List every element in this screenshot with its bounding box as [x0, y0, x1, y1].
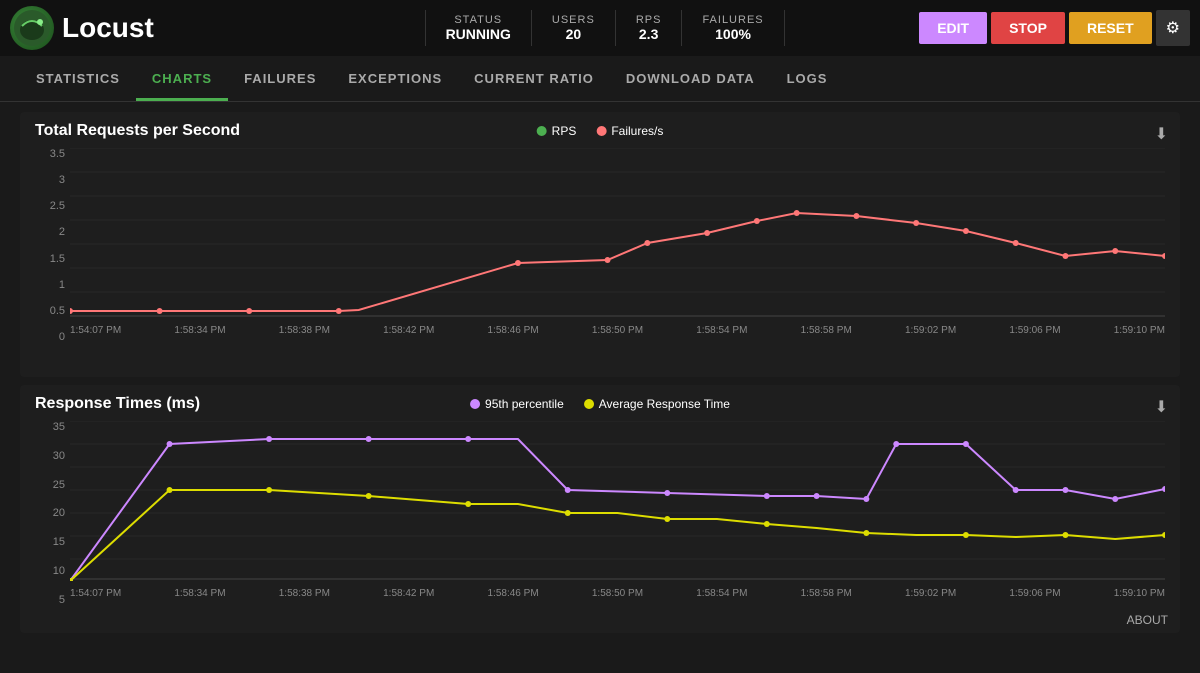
- logo-area: Locust: [10, 6, 290, 50]
- chart-rt-legend: 95th percentile Average Response Time: [470, 397, 730, 411]
- header-buttons: EDIT STOP RESET ⚙: [919, 10, 1190, 46]
- legend-failures-s: Failures/s: [596, 124, 663, 138]
- reset-button[interactable]: RESET: [1069, 12, 1152, 44]
- stat-users: USERS 20: [532, 10, 616, 46]
- chart-rt-download[interactable]: ⬇: [1155, 397, 1168, 417]
- legend-rps-dot: [537, 126, 547, 136]
- nav-current-ratio[interactable]: CURRENT RATIO: [458, 59, 610, 101]
- stat-rps: RPS 2.3: [616, 10, 683, 46]
- stat-status: STATUS RUNNING: [425, 10, 532, 46]
- stop-button[interactable]: STOP: [991, 12, 1065, 44]
- chart-response-times: Response Times (ms) 95th percentile Aver…: [20, 385, 1180, 633]
- chart-rt-svg: [70, 421, 1165, 581]
- header-stats: STATUS RUNNING USERS 20 RPS 2.3 FAILURES…: [290, 10, 919, 46]
- chart-rps-svg: [70, 148, 1165, 318]
- about-link[interactable]: ABOUT: [1127, 613, 1168, 627]
- nav-charts[interactable]: CHARTS: [136, 59, 228, 101]
- nav: STATISTICS CHARTS FAILURES EXCEPTIONS CU…: [0, 56, 1200, 102]
- stat-failures: FAILURES 100%: [682, 10, 784, 46]
- chart-rps-download[interactable]: ⬇: [1155, 124, 1168, 144]
- legend-avg-rt: Average Response Time: [584, 397, 730, 411]
- chart-rps: Total Requests per Second RPS Failures/s…: [20, 112, 1180, 377]
- nav-failures[interactable]: FAILURES: [228, 59, 332, 101]
- chart-rps-title: Total Requests per Second: [35, 122, 240, 139]
- charts-container: Total Requests per Second RPS Failures/s…: [0, 102, 1200, 673]
- app-title: Locust: [62, 12, 154, 44]
- logo-icon: [10, 6, 54, 50]
- chart-rps-legend: RPS Failures/s: [537, 124, 664, 138]
- legend-rps: RPS: [537, 124, 577, 138]
- nav-statistics[interactable]: STATISTICS: [20, 59, 136, 101]
- legend-avg-dot: [584, 399, 594, 409]
- legend-95th: 95th percentile: [470, 397, 564, 411]
- edit-button[interactable]: EDIT: [919, 12, 987, 44]
- settings-button[interactable]: ⚙: [1156, 10, 1190, 46]
- nav-logs[interactable]: LOGS: [771, 59, 844, 101]
- legend-95th-dot: [470, 399, 480, 409]
- chart-rt-title: Response Times (ms): [35, 395, 200, 412]
- nav-download-data[interactable]: DOWNLOAD DATA: [610, 59, 771, 101]
- nav-exceptions[interactable]: EXCEPTIONS: [332, 59, 458, 101]
- legend-failures-dot: [596, 126, 606, 136]
- header: Locust STATUS RUNNING USERS 20 RPS 2.3 F…: [0, 0, 1200, 56]
